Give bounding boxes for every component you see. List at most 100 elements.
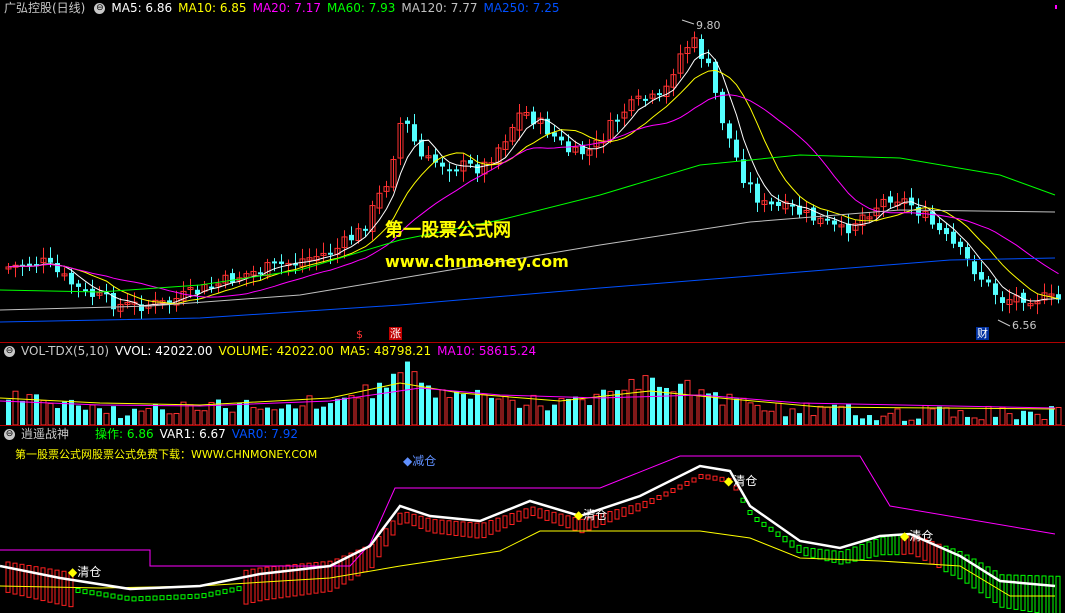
indicator-bar [859,544,865,560]
volume-bar [335,398,340,425]
collapse-icon[interactable]: ⊖ [4,429,15,440]
volume-bar [405,361,410,425]
volume-bar [937,406,942,425]
candle-body [363,228,368,231]
indicator-bar [649,498,655,504]
volume-title: VOL-TDX(5,10) [21,344,110,358]
volume-bar [244,399,249,425]
volume-panel[interactable]: ⊖ VOL-TDX(5,10) VVOL: 42022.00 VOLUME: 4202… [0,343,1065,425]
candle-body [986,279,991,283]
legend-item: MA5: 6.86 [111,1,173,15]
collapse-icon[interactable]: ⊖ [4,346,15,357]
indicator-bar [684,481,690,486]
indicator-bar [796,544,802,553]
indicator-bar [887,535,893,556]
indicator-bar [1048,575,1054,613]
indicator-bar [1027,575,1033,613]
indicator-bar [47,568,53,603]
indicator-bar [82,589,88,595]
indicator-panel[interactable]: ⊖ 逍遥战神 操作: 6.86 VAR1: 6.67 VAR0: 7.92 第一股票公式… [0,426,1065,613]
signal-qingcang: ◆清仓 [724,472,757,489]
legend-item: MA250: 7.25 [483,1,560,15]
indicator-bar [411,513,417,527]
event-marker-cai[interactable]: 财 [976,327,989,340]
indicator-bar [390,520,396,536]
legend-item: MA10: 58615.24 [437,344,537,358]
indicator-bar [376,536,382,558]
event-marker-zhang[interactable]: 涨 [389,327,402,340]
volume-bar [286,404,291,425]
candle-body [76,283,81,287]
signal-qingcang: ◆清仓 [574,506,607,523]
volume-bar [173,413,180,425]
price-panel[interactable]: 广弘控股(日线) ⊖ MA5: 6.86 MA10: 6.85 MA20: 7.17 MA… [0,0,1065,342]
volume-bar [12,390,19,425]
indicator-bar [222,588,228,594]
candlestick-chart[interactable] [0,0,1065,342]
volume-bar [111,406,116,425]
indicator-bar [502,515,508,529]
indicator-bar [614,509,620,520]
candle-body [734,139,739,158]
volume-bar [321,406,326,425]
volume-bar [97,408,102,425]
volume-bar [999,406,1006,425]
volume-bar [153,404,158,425]
candle-body [951,231,956,244]
candle-body [83,289,88,292]
volume-bar [635,388,642,425]
volume-bar [950,416,957,425]
indicator-bar [852,546,858,562]
candle-body [776,201,781,206]
candle-body [328,252,333,255]
indicator-bar [565,515,571,529]
volume-bar [664,387,669,425]
legend-item: MA20: 7.17 [252,1,321,15]
indicator-bar [509,513,515,525]
candle-body [475,164,480,174]
legend-item: MA10: 6.85 [178,1,247,15]
volume-bar [257,408,264,425]
indicator-bar [656,495,662,500]
indicator-bar [75,588,81,594]
indicator-bar [131,596,137,602]
volume-bar [1055,406,1062,425]
volume-bar [40,399,47,425]
candle-body [972,261,977,275]
indicator-bar [159,595,165,601]
volume-bar [734,398,739,425]
volume-bar [293,408,298,425]
watermark-url: www.chnmoney.com [385,252,569,271]
volume-bar [650,377,655,425]
volume-bar [593,393,600,425]
volume-bar [6,399,11,425]
volume-bar [439,389,446,425]
volume-bar [118,418,123,425]
event-marker-s[interactable]: $ [356,328,363,341]
volume-bar [719,404,726,425]
volume-bar [797,413,802,425]
volume-bar [426,385,431,425]
indicator-bar [803,547,809,557]
indicator-bar [712,475,718,481]
indicator-bar [537,508,543,519]
indicator-bar [782,535,788,543]
volume-bar [691,394,698,425]
volume-bar [607,390,614,425]
volume-bar [545,410,550,425]
volume-bar [454,391,459,425]
indicator-bar [544,510,550,521]
volume-bar [132,408,137,425]
volume-bar [355,397,362,425]
candle-body [69,272,74,285]
collapse-icon[interactable]: ⊖ [94,3,106,14]
volume-bar [160,409,165,425]
candle-body [937,223,942,231]
indicator-bar [663,491,669,497]
indicator-bar [838,551,844,565]
volume-bar [306,395,313,425]
volume-bar [20,400,25,425]
volume-bar [670,391,677,425]
candle-body [706,58,711,64]
indicator-bar [187,594,193,600]
